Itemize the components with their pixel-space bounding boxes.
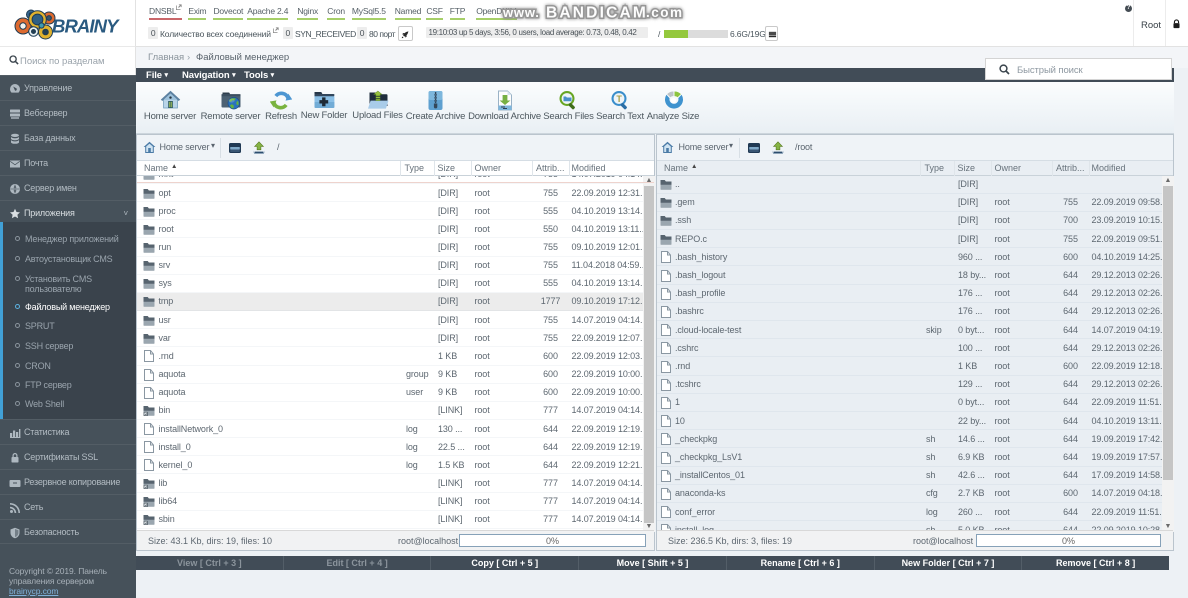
svg-text:www.: www. — [502, 5, 540, 20]
svg-text:T: T — [616, 94, 622, 104]
svg-text:BRAINY: BRAINY — [52, 16, 120, 37]
svg-text:.com: .com — [646, 5, 684, 20]
svg-text:BANDICAM: BANDICAM — [546, 5, 648, 22]
